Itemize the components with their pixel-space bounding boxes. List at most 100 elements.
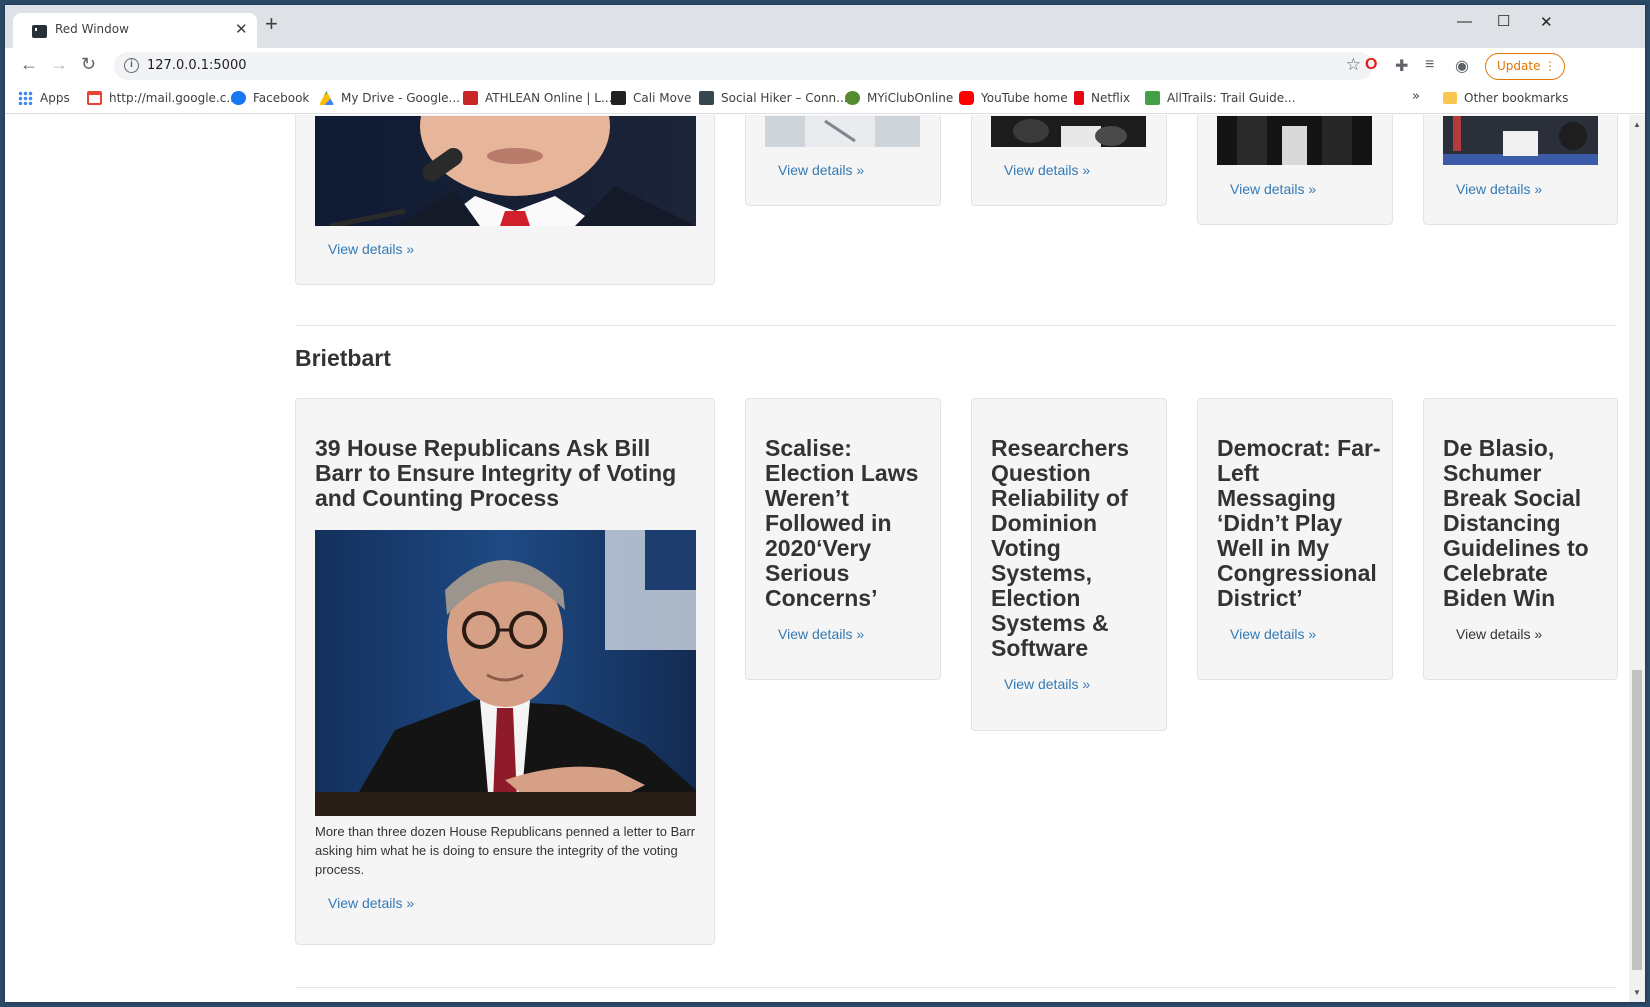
- view-details-link[interactable]: View details »: [778, 626, 864, 642]
- bookmark-google-drive[interactable]: My Drive - Google...: [319, 91, 460, 105]
- maximize-icon[interactable]: ☐: [1497, 12, 1510, 30]
- news-card: Democrat: Far-Left Messaging ‘Didn’t Pla…: [1197, 398, 1393, 680]
- bookmark-cali-move[interactable]: Cali Move: [611, 91, 691, 105]
- bookmark-gmail[interactable]: http://mail.google.c...: [87, 91, 238, 105]
- article-photo: [315, 116, 696, 226]
- scrollbar-thumb[interactable]: [1632, 670, 1642, 970]
- bookmark-label: http://mail.google.c...: [109, 91, 238, 105]
- page-viewport: View details » View details » View detai…: [5, 115, 1629, 1002]
- url-text[interactable]: 127.0.0.1:5000: [147, 58, 247, 73]
- article-title: Scalise: Election Laws Weren’t Followed …: [765, 435, 919, 611]
- update-label: Update: [1497, 59, 1541, 73]
- bookmark-myiclubonline[interactable]: MYiClubOnline: [845, 91, 953, 105]
- bookmark-youtube[interactable]: YouTube home: [959, 91, 1068, 105]
- article-thumbnail-image: [1217, 116, 1372, 165]
- kebab-menu-icon[interactable]: ⋮: [1544, 54, 1556, 79]
- article-photo: [765, 116, 920, 147]
- bookmark-label: Social Hiker – Conn...: [721, 91, 848, 105]
- news-card: View details »: [971, 115, 1167, 206]
- terminal-icon: [32, 25, 47, 38]
- more-bookmarks-chevron-icon[interactable]: »: [1412, 89, 1420, 104]
- other-bookmarks-label: Other bookmarks: [1464, 91, 1569, 105]
- view-details-link[interactable]: View details »: [1230, 626, 1316, 642]
- bookmark-facebook[interactable]: Facebook: [231, 91, 309, 105]
- bill-barr-photo-image: [315, 530, 696, 816]
- bookmark-social-hiker[interactable]: Social Hiker – Conn...: [699, 91, 848, 105]
- tab-red-window[interactable]: Red Window ✕: [13, 13, 257, 48]
- speaker-photo-image: [315, 116, 696, 226]
- scroll-up-arrow-icon[interactable]: ▲: [1633, 120, 1641, 129]
- section-title: Brietbart: [295, 345, 391, 371]
- myiclubonline-icon: [845, 91, 860, 105]
- section-divider: [295, 325, 1617, 326]
- bookmark-label: Cali Move: [633, 91, 692, 105]
- bookmark-apps[interactable]: Apps: [18, 91, 70, 105]
- browser-toolbar: ← → ↻ i 127.0.0.1:5000 ☆ O ✚ ≡ ◉ Update …: [5, 48, 1645, 84]
- athlean-icon: [463, 91, 478, 105]
- news-card: View details »: [745, 115, 941, 206]
- article-photo: [1217, 116, 1372, 165]
- back-icon[interactable]: ←: [20, 54, 38, 75]
- article-thumbnail-image: [765, 116, 920, 147]
- update-button[interactable]: Update ⋮: [1485, 53, 1565, 80]
- article-photo: [315, 530, 696, 816]
- news-card: View details »: [295, 115, 715, 285]
- folder-icon: [1443, 92, 1457, 104]
- bookmark-label: YouTube home: [981, 91, 1068, 105]
- view-details-link[interactable]: View details »: [1456, 626, 1542, 642]
- article-thumbnail-image: [991, 116, 1146, 147]
- article-title: De Blasio, Schumer Break Social Distanci…: [1443, 435, 1589, 611]
- minimize-icon[interactable]: —: [1457, 13, 1472, 30]
- view-details-link[interactable]: View details »: [778, 162, 864, 178]
- forward-icon[interactable]: →: [50, 54, 68, 75]
- bookmark-star-icon[interactable]: ☆: [1346, 55, 1361, 75]
- netflix-icon: [1074, 91, 1084, 105]
- extensions-puzzle-icon[interactable]: ✚: [1395, 56, 1408, 76]
- tab-title: Red Window: [55, 22, 129, 36]
- view-details-link[interactable]: View details »: [328, 895, 414, 911]
- google-drive-icon: [319, 91, 334, 105]
- article-title: Researchers Question Reliability of Domi…: [991, 435, 1130, 661]
- view-details-link[interactable]: View details »: [1456, 181, 1542, 197]
- bookmark-label: MYiClubOnline: [867, 91, 954, 105]
- youtube-icon: [959, 91, 974, 105]
- view-details-link[interactable]: View details »: [328, 241, 414, 257]
- apps-grid-icon: [18, 91, 33, 105]
- bookmark-label: Apps: [40, 91, 70, 105]
- profile-avatar-icon[interactable]: ◉: [1455, 56, 1469, 76]
- news-card: De Blasio, Schumer Break Social Distanci…: [1423, 398, 1618, 680]
- article-photo: [991, 116, 1146, 147]
- view-details-link[interactable]: View details »: [1004, 676, 1090, 692]
- news-card: View details »: [1423, 115, 1618, 225]
- new-tab-icon[interactable]: +: [265, 13, 278, 35]
- news-card: Scalise: Election Laws Weren’t Followed …: [745, 398, 941, 680]
- article-photo: [1443, 116, 1598, 165]
- view-details-link[interactable]: View details »: [1004, 162, 1090, 178]
- info-icon[interactable]: i: [124, 58, 139, 73]
- view-details-link[interactable]: View details »: [1230, 181, 1316, 197]
- close-tab-icon[interactable]: ✕: [235, 20, 248, 38]
- bookmark-athlean[interactable]: ATHLEAN Online | L...: [463, 91, 612, 105]
- bookmarks-bar: Apps http://mail.google.c... Facebook My…: [5, 84, 1645, 114]
- scroll-down-arrow-icon[interactable]: ▼: [1633, 988, 1641, 997]
- other-bookmarks[interactable]: Other bookmarks: [1443, 91, 1568, 105]
- news-card: Researchers Question Reliability of Domi…: [971, 398, 1167, 731]
- page-scrollbar[interactable]: ▲ ▼: [1629, 115, 1645, 1002]
- social-hiker-icon: [699, 91, 714, 105]
- facebook-icon: [231, 91, 246, 105]
- reload-icon[interactable]: ↻: [81, 54, 96, 75]
- bookmark-label: Facebook: [253, 91, 310, 105]
- news-card: View details »: [1197, 115, 1393, 225]
- alltrails-icon: [1145, 91, 1160, 105]
- media-queue-icon[interactable]: ≡: [1425, 56, 1434, 74]
- bookmark-alltrails[interactable]: AllTrails: Trail Guide...: [1145, 91, 1296, 105]
- section-divider: [295, 987, 1617, 988]
- cali-move-icon: [611, 91, 626, 105]
- close-window-icon[interactable]: ✕: [1540, 13, 1553, 31]
- address-bar[interactable]: i 127.0.0.1:5000 ☆: [114, 52, 1373, 80]
- article-title: 39 House Republicans Ask Bill Barr to En…: [315, 435, 677, 511]
- bookmark-netflix[interactable]: Netflix: [1074, 91, 1130, 105]
- tab-strip: Red Window ✕ + — ☐ ✕: [5, 5, 1645, 48]
- bookmark-label: AllTrails: Trail Guide...: [1167, 91, 1296, 105]
- opera-icon[interactable]: O: [1365, 56, 1377, 74]
